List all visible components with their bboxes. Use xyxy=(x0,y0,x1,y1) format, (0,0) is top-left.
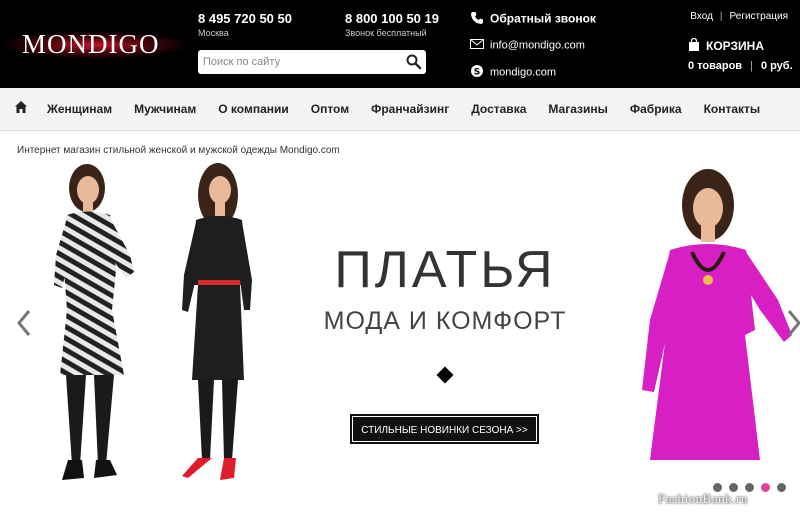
phone-icon xyxy=(470,11,484,28)
slider-dot-active[interactable] xyxy=(761,483,770,492)
brand-name: MONDIGO xyxy=(22,29,160,59)
search-box xyxy=(198,50,426,74)
slider-dot[interactable] xyxy=(777,483,786,492)
site-header: MONDIGO 8 495 720 50 50 Москва 8 800 100… xyxy=(0,0,800,88)
search-icon[interactable] xyxy=(404,52,424,72)
phone-label: Москва xyxy=(198,28,229,38)
phone-number: 8 800 100 50 19 xyxy=(345,11,439,26)
auth-links: Вход | Регистрация xyxy=(690,11,788,22)
cart-items: 0 товаров xyxy=(688,60,743,72)
phone-label: Звонок бесплатный xyxy=(345,28,427,38)
cart-widget[interactable]: КОРЗИНА 0 товаров | 0 руб. xyxy=(688,37,793,72)
slider-next-arrow-icon[interactable] xyxy=(786,308,800,338)
diamond-divider-icon xyxy=(436,366,454,384)
svg-text:S: S xyxy=(474,68,480,78)
nav-item-about[interactable]: О компании xyxy=(218,88,289,130)
phone-moscow: 8 495 720 50 50 Москва xyxy=(198,11,292,38)
auth-separator: | xyxy=(719,11,723,22)
model-striped-dress-image xyxy=(54,164,134,480)
email-label: info@mondigo.com xyxy=(490,39,585,52)
watermark: FashionBank.ru xyxy=(658,491,748,506)
cart-separator: | xyxy=(750,60,753,72)
email-link[interactable]: info@mondigo.com xyxy=(470,39,585,52)
slider-prev-arrow-icon[interactable] xyxy=(16,308,32,338)
hero-slider: ПЛАТЬЯ МОДА И КОМФОРТ СТИЛЬНЫЕ НОВИНКИ С… xyxy=(0,160,800,522)
nav-item-men[interactable]: Мужчинам xyxy=(134,88,196,130)
nav-list: Женщинам Мужчинам О компании Оптом Франч… xyxy=(47,88,782,130)
cart-bag-icon xyxy=(689,37,699,51)
skype-link[interactable]: S mondigo.com xyxy=(470,64,556,81)
cart-counts: 0 товаров | 0 руб. xyxy=(688,60,793,72)
nav-item-women[interactable]: Женщинам xyxy=(47,88,112,130)
skype-label: mondigo.com xyxy=(490,66,557,79)
skype-icon: S xyxy=(470,64,484,81)
hero-headline: ПЛАТЬЯ xyxy=(334,241,556,299)
new-arrivals-button[interactable]: СТИЛЬНЫЕ НОВИНКИ СЕЗОНА >> xyxy=(350,414,539,444)
search-input[interactable] xyxy=(198,50,398,74)
mail-icon xyxy=(470,39,484,52)
model-magenta-dress-image xyxy=(642,169,792,460)
register-link[interactable]: Регистрация xyxy=(730,11,788,22)
callback-link[interactable]: Обратный звонок xyxy=(470,11,596,28)
cart-title: КОРЗИНА xyxy=(706,39,764,53)
main-nav: Женщинам Мужчинам О компании Оптом Франч… xyxy=(0,88,800,131)
hero-headline-block: ПЛАТЬЯ МОДА И КОМФОРТ xyxy=(250,242,640,336)
nav-item-factory[interactable]: Фабрика xyxy=(630,88,682,130)
nav-item-stores[interactable]: Магазины xyxy=(548,88,607,130)
home-icon[interactable] xyxy=(14,100,28,114)
hero-subheadline: МОДА И КОМФОРТ xyxy=(323,307,567,335)
site-tagline: Интернет магазин стильной женской и мужс… xyxy=(17,145,340,156)
callback-label: Обратный звонок xyxy=(490,11,596,26)
nav-item-wholesale[interactable]: Оптом xyxy=(311,88,349,130)
phone-free: 8 800 100 50 19 Звонок бесплатный xyxy=(345,11,439,38)
phone-number: 8 495 720 50 50 xyxy=(198,11,292,26)
login-link[interactable]: Вход xyxy=(690,11,713,22)
nav-item-delivery[interactable]: Доставка xyxy=(471,88,526,130)
nav-item-contacts[interactable]: Контакты xyxy=(704,88,761,130)
brand-logo[interactable]: MONDIGO xyxy=(0,18,200,68)
cart-total: 0 руб. xyxy=(760,60,793,72)
cart-title-row: КОРЗИНА xyxy=(688,37,793,53)
nav-item-franchise[interactable]: Франчайзинг xyxy=(371,88,449,130)
